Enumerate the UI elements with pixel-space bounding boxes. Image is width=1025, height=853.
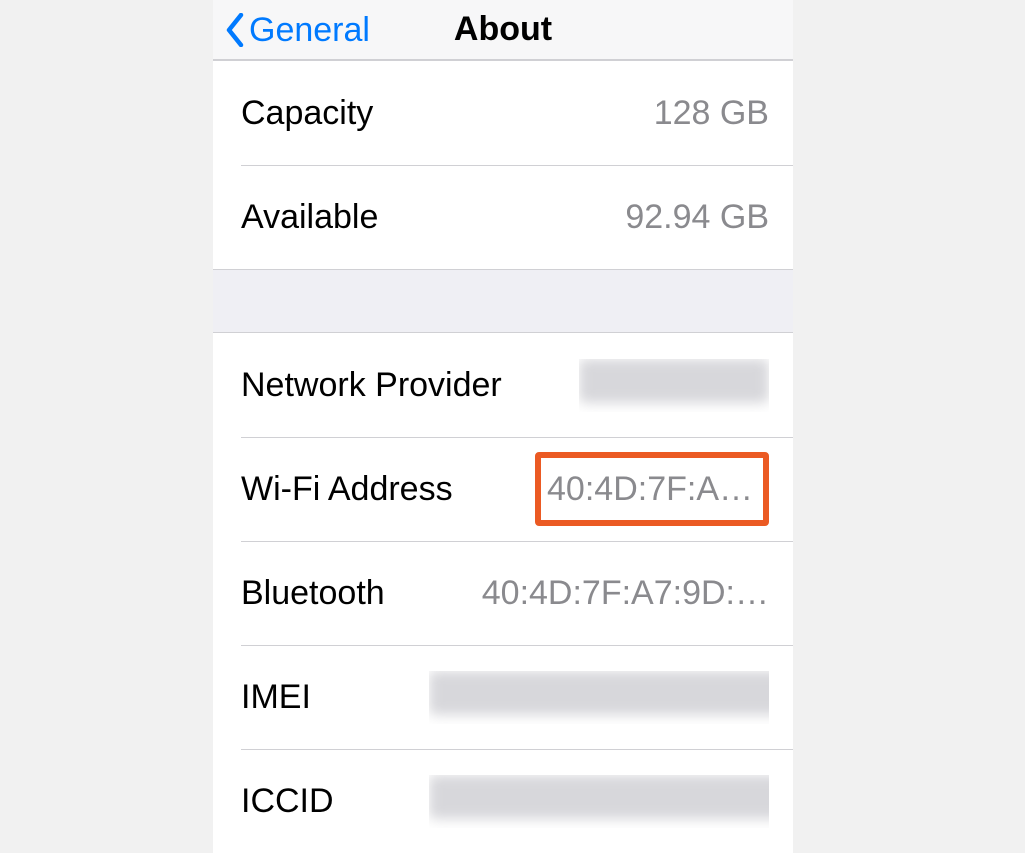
network-group: Network Provider Wi-Fi Address 40:4D:7F:…	[213, 332, 793, 853]
wifi-address-value: 40:4D:7F:A…	[535, 452, 769, 526]
row-wifi-address[interactable]: Wi-Fi Address 40:4D:7F:A…	[213, 437, 793, 541]
page-title: About	[403, 10, 603, 49]
imei-label: IMEI	[241, 678, 311, 717]
row-bluetooth[interactable]: Bluetooth 40:4D:7F:A7:9D:…	[213, 541, 793, 645]
capacity-label: Capacity	[241, 94, 373, 133]
iccid-value	[429, 775, 769, 828]
chevron-left-icon	[225, 13, 245, 47]
row-iccid[interactable]: ICCID	[213, 749, 793, 853]
bluetooth-value: 40:4D:7F:A7:9D:…	[482, 574, 769, 613]
redacted-value	[579, 359, 769, 403]
available-value: 92.94 GB	[625, 198, 769, 237]
capacity-value: 128 GB	[654, 94, 769, 133]
storage-group: Capacity 128 GB Available 92.94 GB	[213, 60, 793, 270]
back-label: General	[249, 11, 370, 50]
network-provider-label: Network Provider	[241, 366, 502, 405]
available-label: Available	[241, 198, 378, 237]
section-gap	[213, 270, 793, 332]
settings-about-screen: General About Capacity 128 GB Available …	[213, 0, 793, 849]
wifi-address-label: Wi-Fi Address	[241, 470, 453, 509]
row-network-provider[interactable]: Network Provider	[213, 333, 793, 437]
network-provider-value	[579, 359, 769, 412]
redacted-value	[429, 775, 769, 819]
iccid-label: ICCID	[241, 782, 334, 821]
row-capacity[interactable]: Capacity 128 GB	[213, 61, 793, 165]
row-available[interactable]: Available 92.94 GB	[213, 165, 793, 269]
bluetooth-label: Bluetooth	[241, 574, 385, 613]
imei-value	[429, 671, 769, 724]
row-imei[interactable]: IMEI	[213, 645, 793, 749]
redacted-value	[429, 671, 769, 715]
back-button[interactable]: General	[225, 0, 370, 60]
navbar: General About	[213, 0, 793, 60]
